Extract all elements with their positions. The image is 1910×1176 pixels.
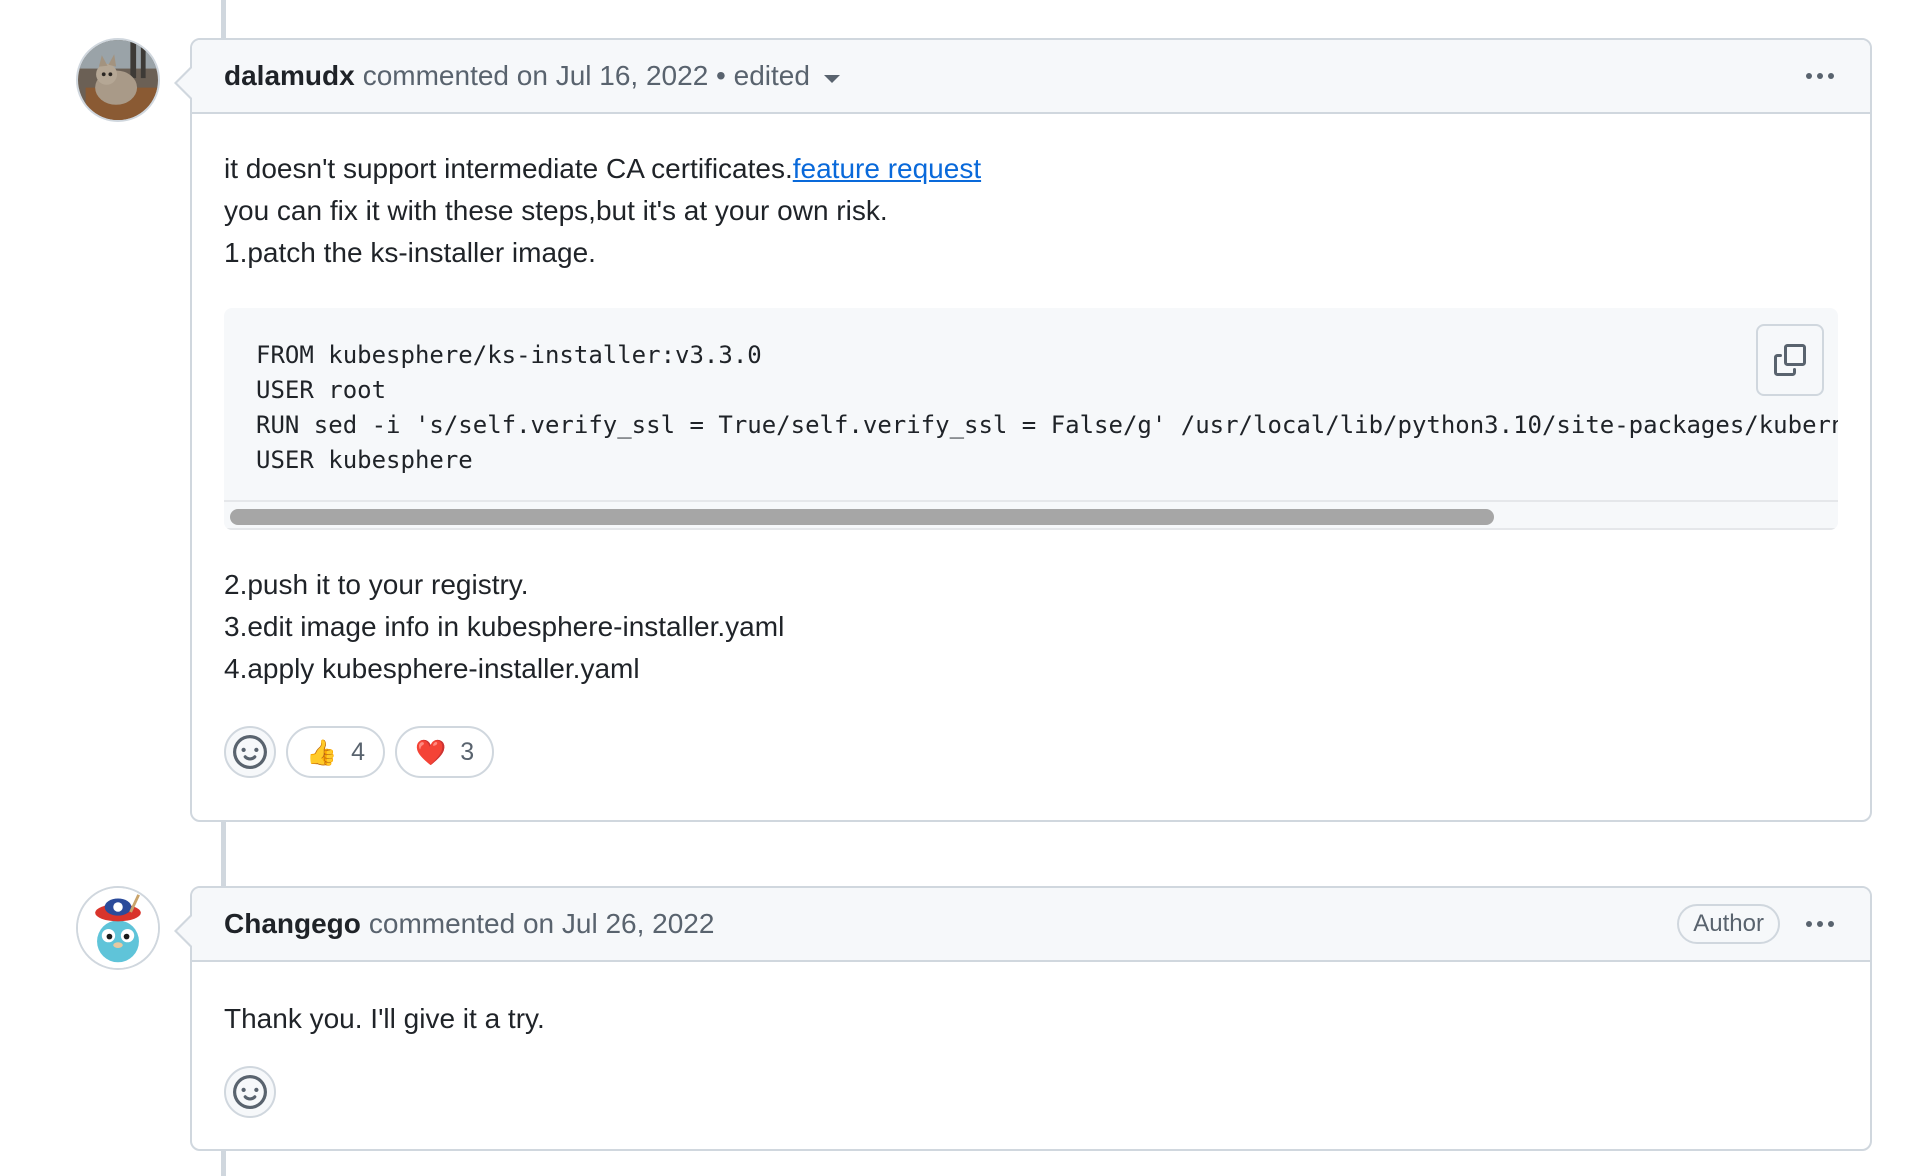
kebab-dot [1817, 73, 1823, 79]
code-scrollbar[interactable] [224, 500, 1838, 530]
comment-card: dalamudx commented on Jul 16, 2022 • edi… [174, 38, 1872, 822]
avatar-dalamudx[interactable] [76, 38, 160, 122]
avatar-cat-image [78, 40, 158, 120]
copy-icon [1774, 344, 1806, 376]
timeline: dalamudx commented on Jul 16, 2022 • edi… [0, 0, 1910, 1176]
triangle-down-icon[interactable] [823, 75, 840, 83]
code-content[interactable]: FROM kubesphere/ks-installer:v3.3.0 USER … [224, 308, 1838, 500]
comment-header: dalamudx commented on Jul 16, 2022 • edi… [192, 40, 1870, 114]
code-block: FROM kubesphere/ks-installer:v3.3.0 USER … [224, 308, 1838, 530]
reactions-bar [224, 1066, 1838, 1118]
kebab-dot [1806, 921, 1812, 927]
avatar-gopher-image [78, 888, 158, 968]
comment-body: it doesn't support intermediate CA certi… [192, 114, 1870, 778]
body-text: it doesn't support intermediate CA certi… [224, 153, 793, 184]
reaction-heart[interactable]: ❤️ 3 [395, 726, 495, 778]
comment-header: Changego commented on Jul 26, 2022 Autho… [192, 888, 1870, 962]
kebab-dot [1828, 73, 1834, 79]
kebab-dot [1828, 921, 1834, 927]
add-reaction-button[interactable] [224, 1066, 276, 1118]
body-paragraph: 3.edit image info in kubesphere-installe… [224, 611, 785, 642]
comment-options-button[interactable] [1802, 67, 1838, 85]
body-paragraph: 1.patch the ks-installer image. [224, 237, 596, 268]
avatar-changego[interactable] [76, 886, 160, 970]
body-paragraph: 4.apply kubesphere-installer.yaml [224, 653, 640, 684]
heart-icon: ❤️ [415, 737, 447, 767]
thumbs-up-icon: 👍 [306, 737, 338, 767]
reaction-count: 4 [351, 738, 366, 766]
comment-meta[interactable]: commented on Jul 16, 2022 • edited [363, 60, 810, 92]
smiley-icon [233, 1075, 267, 1109]
code-line: USER kubesphere [256, 446, 473, 474]
author-badge: Author [1677, 904, 1780, 944]
comment-card: Changego commented on Jul 26, 2022 Autho… [174, 886, 1872, 1151]
reactions-bar: 👍 4 ❤️ 3 [224, 726, 1838, 778]
comment-author[interactable]: Changego [224, 908, 361, 940]
comment-caret [174, 914, 192, 948]
body-paragraph: Thank you. I'll give it a try. [224, 1003, 545, 1034]
comment-meta[interactable]: commented on Jul 26, 2022 [369, 908, 715, 940]
code-line: USER root [256, 376, 387, 404]
comment-author[interactable]: dalamudx [224, 60, 355, 92]
feature-request-link[interactable]: feature request [793, 153, 981, 184]
comment-caret [174, 66, 192, 100]
kebab-dot [1806, 73, 1812, 79]
kebab-dot [1817, 921, 1823, 927]
code-line: FROM kubesphere/ks-installer:v3.3.0 [256, 341, 762, 369]
reaction-thumbs-up[interactable]: 👍 4 [286, 726, 386, 778]
body-paragraph: it doesn't support intermediate CA certi… [224, 148, 1838, 190]
reaction-count: 3 [460, 738, 475, 766]
add-reaction-button[interactable] [224, 726, 276, 778]
comment-options-button[interactable] [1802, 915, 1838, 933]
body-paragraph: 2.push it to your registry. [224, 569, 529, 600]
scrollbar-thumb[interactable] [230, 509, 1494, 525]
smiley-icon [233, 735, 267, 769]
copy-button[interactable] [1756, 324, 1824, 396]
code-line: RUN sed -i 's/self.verify_ssl = True/sel… [256, 411, 1838, 439]
comment-body: Thank you. I'll give it a try. [192, 962, 1870, 1118]
body-paragraph: you can fix it with these steps,but it's… [224, 195, 888, 226]
